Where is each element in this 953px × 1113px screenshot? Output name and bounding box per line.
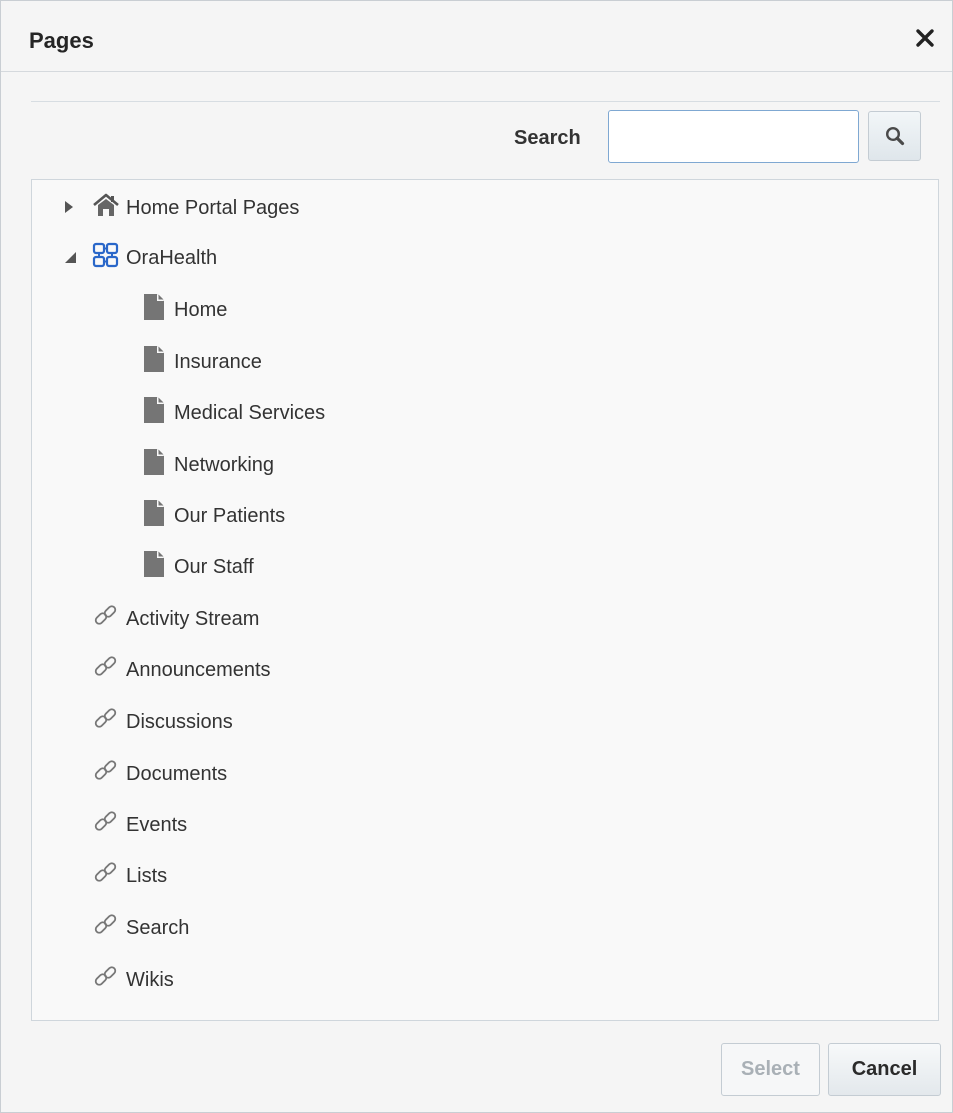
tree-node-label: Home	[174, 299, 228, 321]
tree-node-search[interactable]: Search	[32, 906, 938, 946]
tree-node-label: Discussions	[126, 711, 233, 733]
magnifier-icon	[885, 126, 904, 146]
search-label: Search	[514, 127, 581, 149]
tree-node-lists[interactable]: Lists	[32, 854, 938, 894]
link-icon	[94, 914, 117, 934]
tree-node-wikis[interactable]: Wikis	[32, 958, 938, 998]
page-icon	[144, 500, 164, 526]
tree-node-insurance[interactable]: Insurance	[32, 340, 938, 380]
tree-node-label: Wikis	[126, 969, 174, 991]
tree-node-label: Our Patients	[174, 505, 286, 527]
search-input[interactable]	[608, 110, 859, 163]
tree-node-label: Activity Stream	[126, 608, 260, 630]
tree-node-label: OraHealth	[126, 247, 218, 269]
tree-node-events[interactable]: Events	[32, 803, 938, 843]
tree-node-label: Our Staff	[174, 556, 254, 578]
link-icon	[94, 656, 117, 676]
link-icon	[94, 760, 117, 780]
collapse-triangle-icon[interactable]	[63, 250, 77, 264]
tree-node-label: Insurance	[174, 351, 262, 373]
tree-node-discussions[interactable]: Discussions	[32, 700, 938, 740]
cancel-button[interactable]: Cancel	[828, 1043, 941, 1096]
portal-icon	[92, 242, 119, 268]
page-icon	[144, 346, 164, 372]
page-icon	[144, 397, 164, 423]
tree-node-activity-stream[interactable]: Activity Stream	[32, 597, 938, 637]
close-icon[interactable]	[912, 25, 938, 51]
dialog-titlebar: Pages	[1, 1, 952, 72]
dialog-title: Pages	[29, 28, 94, 53]
tree-node-label: Medical Services	[174, 402, 326, 424]
expand-triangle-icon[interactable]	[63, 200, 75, 214]
link-icon	[94, 605, 117, 625]
tree-node-label: Search	[126, 917, 190, 939]
page-icon	[144, 294, 164, 320]
tree-node-label: Events	[126, 814, 188, 836]
divider	[31, 101, 940, 102]
tree-node-label: Lists	[126, 865, 168, 887]
tree-node-medical-services[interactable]: Medical Services	[32, 391, 938, 431]
page-icon	[144, 449, 164, 475]
tree-node-label: Networking	[174, 454, 275, 476]
tree-node-documents[interactable]: Documents	[32, 752, 938, 792]
tree-node-label: Home Portal Pages	[126, 197, 300, 219]
select-button[interactable]: Select	[721, 1043, 820, 1096]
tree-node-our-staff[interactable]: Our Staff	[32, 545, 938, 585]
link-icon	[94, 966, 117, 986]
page-icon	[144, 551, 164, 577]
tree-node-our-patients[interactable]: Our Patients	[32, 494, 938, 534]
tree-node-label: Announcements	[126, 659, 271, 681]
tree-node-label: Documents	[126, 763, 228, 785]
pages-dialog: Pages Search Home Portal Pages OraHealth…	[0, 0, 953, 1113]
dialog-footer: Select Cancel	[1, 1031, 952, 1111]
search-button[interactable]	[868, 111, 921, 161]
search-bar: Search	[1, 109, 952, 169]
tree-node-orahealth[interactable]: OraHealth	[32, 236, 938, 276]
tree-node-announcements[interactable]: Announcements	[32, 648, 938, 688]
tree-node-home[interactable]: Home	[32, 288, 938, 328]
link-icon	[94, 862, 117, 882]
pages-tree: Home Portal Pages OraHealth Home Insuran…	[31, 179, 939, 1021]
tree-node-home-portal-pages[interactable]: Home Portal Pages	[32, 186, 938, 226]
link-icon	[94, 811, 117, 831]
home-icon	[93, 193, 119, 216]
tree-node-networking[interactable]: Networking	[32, 443, 938, 483]
link-icon	[94, 708, 117, 728]
